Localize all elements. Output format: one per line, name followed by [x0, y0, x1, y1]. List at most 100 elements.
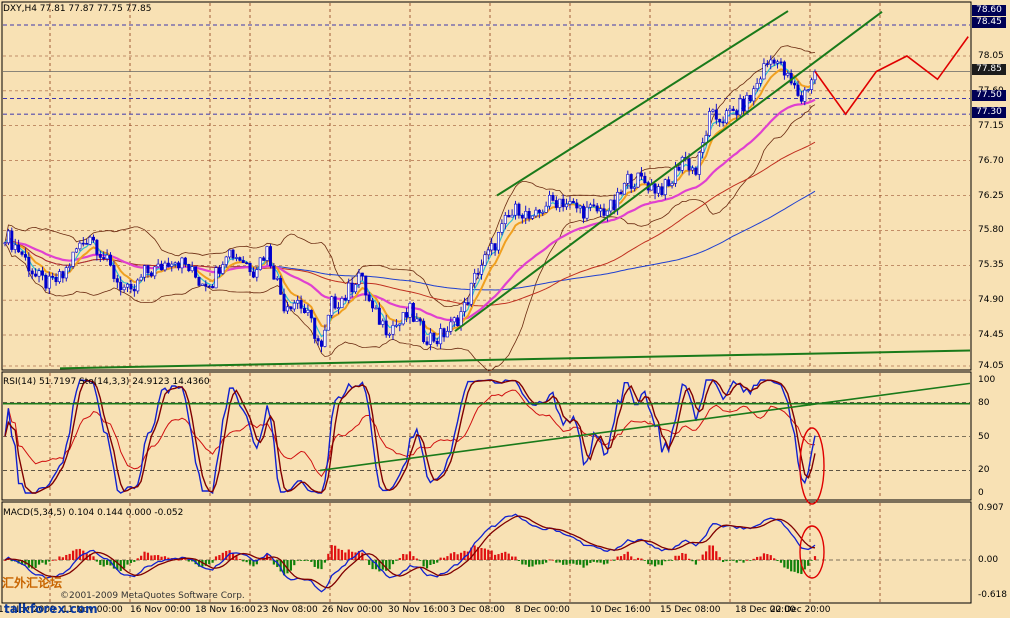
macd-histogram-bar — [330, 545, 333, 560]
macd-histogram-bar — [647, 560, 650, 565]
candle-body — [265, 246, 269, 261]
price-tick-label: 77.15 — [978, 120, 1004, 131]
candle-body — [786, 73, 790, 76]
candle-body — [296, 300, 300, 304]
macd-histogram-bar — [524, 560, 527, 565]
macd-histogram-bar — [58, 556, 61, 560]
candle-body — [408, 303, 412, 318]
macd-histogram-bar — [408, 551, 412, 560]
candle-body — [687, 158, 691, 171]
candle-body — [541, 212, 545, 214]
candle-body — [200, 283, 204, 286]
candle-body — [306, 309, 310, 314]
macd-tick-label: 0.907 — [978, 503, 1004, 513]
candle-body — [282, 294, 286, 312]
candle-body — [357, 272, 361, 285]
candle-body — [330, 296, 334, 316]
macd-histogram-bar — [269, 557, 272, 560]
candle-body — [320, 340, 324, 347]
macd-histogram-bar — [715, 551, 718, 560]
rsi-tick-label: 0 — [978, 488, 984, 498]
candle-body — [173, 262, 177, 265]
candle-body — [360, 272, 364, 277]
candle-body — [554, 200, 558, 208]
macd-histogram-bar — [762, 553, 766, 560]
candle-body — [258, 257, 262, 270]
candle-body — [622, 183, 626, 195]
candle-body — [3, 242, 7, 245]
candle-body — [718, 118, 722, 123]
candle-body — [105, 254, 109, 260]
macd-histogram-bar — [786, 560, 789, 569]
candle-body — [602, 208, 606, 216]
candle-body — [806, 89, 810, 91]
candle-body — [626, 174, 630, 184]
macd-histogram-bar — [68, 553, 71, 560]
candle-body — [160, 263, 164, 271]
macd-histogram-bar — [78, 548, 81, 560]
macd-histogram-bar — [728, 560, 732, 561]
candle-body — [500, 223, 504, 233]
candle-body — [616, 191, 620, 211]
macd-histogram-bar — [99, 560, 102, 565]
candle-body — [211, 286, 215, 289]
candle-body — [146, 265, 150, 274]
candle-body — [585, 206, 589, 219]
candle-body — [667, 179, 671, 186]
candle-body — [217, 267, 221, 274]
macd-histogram-bar — [323, 560, 327, 563]
time-tick-label: 23 Nov 08:00 — [257, 605, 318, 615]
candle-body — [473, 272, 477, 284]
macd-histogram-bar — [677, 555, 680, 560]
candle-body — [469, 282, 473, 305]
candle-body — [721, 121, 725, 124]
candle-body — [204, 283, 208, 287]
candle-body — [224, 256, 228, 265]
candle-body — [47, 275, 51, 289]
candle-body — [231, 249, 235, 259]
candle-body — [428, 332, 432, 345]
macd-histogram-bar — [725, 560, 728, 562]
candle-body — [139, 276, 143, 281]
macd-histogram-bar — [313, 560, 316, 567]
candle-body — [71, 251, 75, 267]
candle-body — [588, 204, 592, 208]
candle-body — [483, 254, 487, 266]
macd-tick-label: -0.618 — [978, 590, 1008, 601]
macd-histogram-bar — [609, 559, 612, 561]
candle-body — [180, 257, 184, 269]
candle-body — [605, 210, 609, 216]
main-pane-border — [1, 1, 972, 371]
candle-body — [190, 266, 194, 272]
candle-body — [214, 267, 218, 289]
chart-overlays — [3, 10, 971, 579]
candle-body — [517, 203, 521, 216]
candle-body — [735, 110, 739, 116]
candle-body — [725, 110, 729, 124]
macd-histogram-bar — [334, 545, 337, 560]
candle-body — [119, 281, 123, 291]
support-line — [59, 349, 971, 370]
candle-body — [459, 311, 463, 327]
macd-histogram-bar — [419, 560, 422, 561]
candle-body — [197, 277, 201, 286]
macd-histogram-bar — [303, 560, 306, 561]
candle-body — [13, 244, 17, 250]
candle-body — [394, 324, 398, 327]
candle-body — [629, 174, 633, 189]
macd-histogram-bar — [310, 560, 313, 562]
candle-body — [347, 282, 351, 301]
candle-body — [17, 244, 21, 253]
candle-body — [309, 309, 313, 319]
macd-histogram-bar — [623, 554, 626, 560]
candle-body — [156, 263, 160, 268]
macd-histogram-bar — [453, 552, 456, 560]
macd-histogram-bar — [670, 560, 674, 561]
candle-body — [88, 236, 92, 245]
macd-histogram-bar — [756, 556, 759, 560]
macd-histogram-bar — [242, 560, 245, 562]
macd-histogram-bar — [653, 560, 657, 567]
macd-histogram-bar — [449, 553, 452, 560]
time-tick-label: 8 Dec 00:00 — [515, 605, 570, 615]
candle-body — [796, 84, 800, 96]
